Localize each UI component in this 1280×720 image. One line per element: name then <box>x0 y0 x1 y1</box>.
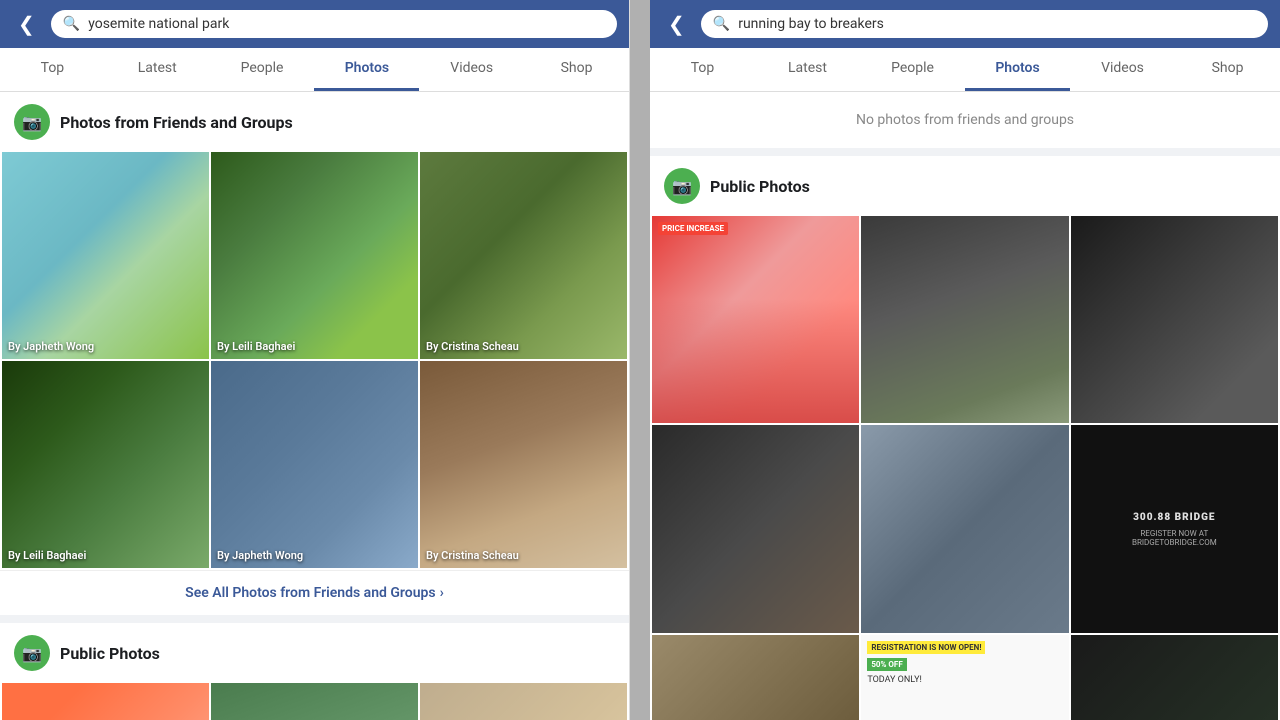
left-public-photos-section: 📷 Public Photos <box>0 623 629 720</box>
run-photo-5[interactable] <box>861 425 1068 632</box>
run-photo-8[interactable]: REGISTRATION IS NOW OPEN! 50% OFF TODAY … <box>861 635 1068 720</box>
photo-cell-2[interactable]: By Leili Baghaei <box>211 152 418 359</box>
photo-cell-6[interactable]: By Cristina Scheau <box>420 361 627 568</box>
left-public-section-icon: 📷 <box>14 635 50 671</box>
left-search-bar[interactable]: 🔍 yosemite national park <box>51 10 617 38</box>
right-public-section-icon: 📷 <box>664 168 700 204</box>
right-content: No photos from friends and groups 📷 Publ… <box>650 92 1280 720</box>
run-photo-6[interactable]: 300.88 BRIDGE REGISTER NOW ATBRIDGETOBRI… <box>1071 425 1278 632</box>
tab-people-left[interactable]: People <box>210 48 315 91</box>
left-public-section-title: Public Photos <box>60 644 160 663</box>
left-public-photo-grid <box>0 683 629 720</box>
photo-label-4: By Leili Baghaei <box>8 549 86 562</box>
see-all-friends-photos-button[interactable]: See All Photos from Friends and Groups › <box>0 570 629 615</box>
run-finish-cell: FINISH <box>1071 635 1278 720</box>
right-search-text: running bay to breakers <box>738 16 884 32</box>
tab-people-right[interactable]: People <box>860 48 965 91</box>
right-nav-tabs: Top Latest People Photos Videos Shop <box>650 48 1280 92</box>
left-search-text: yosemite national park <box>88 16 229 32</box>
run-register-cell: 300.88 BRIDGE REGISTER NOW ATBRIDGETOBRI… <box>1071 425 1278 632</box>
friends-photo-grid: By Japheth Wong By Leili Baghaei By Cris… <box>0 152 629 570</box>
run-photo-4[interactable] <box>652 425 859 632</box>
tab-videos-left[interactable]: Videos <box>419 48 524 91</box>
friends-section-title: Photos from Friends and Groups <box>60 113 293 132</box>
photo-label-6: By Cristina Scheau <box>426 549 519 562</box>
left-phone: ❮ 🔍 yosemite national park Top Latest Pe… <box>0 0 630 720</box>
left-search-icon: 🔍 <box>63 16 80 32</box>
photo-cell-1[interactable]: By Japheth Wong <box>2 152 209 359</box>
left-nav-tabs: Top Latest People Photos Videos Shop <box>0 48 629 92</box>
tab-top-left[interactable]: Top <box>0 48 105 91</box>
left-public-section-header: 📷 Public Photos <box>0 623 629 683</box>
right-phone: ❮ 🔍 running bay to breakers Top Latest P… <box>650 0 1280 720</box>
friends-section-header: 📷 Photos from Friends and Groups <box>0 92 629 152</box>
right-search-icon: 🔍 <box>713 16 730 32</box>
tab-photos-left[interactable]: Photos <box>314 48 419 91</box>
photo-label-1: By Japheth Wong <box>8 340 94 353</box>
right-public-photos-section: 📷 Public Photos PRICE INCREASE <box>650 156 1280 720</box>
public-photo-3[interactable] <box>420 683 627 720</box>
tab-shop-right[interactable]: Shop <box>1175 48 1280 91</box>
run-promo-cell: REGISTRATION IS NOW OPEN! 50% OFF TODAY … <box>861 635 1068 720</box>
left-header: ❮ 🔍 yosemite national park <box>0 0 629 48</box>
tab-shop-left[interactable]: Shop <box>524 48 629 91</box>
photo-cell-5[interactable]: By Japheth Wong <box>211 361 418 568</box>
run-photo-7[interactable] <box>652 635 859 720</box>
left-back-button[interactable]: ❮ <box>12 10 41 38</box>
photo-cell-4[interactable]: By Leili Baghaei <box>2 361 209 568</box>
chevron-right-icon: › <box>440 585 444 601</box>
right-back-button[interactable]: ❮ <box>662 10 691 38</box>
friends-photos-section: 📷 Photos from Friends and Groups By Japh… <box>0 92 629 615</box>
phone-divider <box>630 0 650 720</box>
right-header: ❮ 🔍 running bay to breakers <box>650 0 1280 48</box>
right-public-photo-grid: PRICE INCREASE <box>650 216 1280 720</box>
photo-label-5: By Japheth Wong <box>217 549 303 562</box>
no-friends-photos-notice: No photos from friends and groups <box>650 92 1280 148</box>
tab-photos-right[interactable]: Photos <box>965 48 1070 91</box>
tab-latest-right[interactable]: Latest <box>755 48 860 91</box>
run-photo-3[interactable] <box>1071 216 1278 423</box>
right-search-bar[interactable]: 🔍 running bay to breakers <box>701 10 1268 38</box>
tab-videos-right[interactable]: Videos <box>1070 48 1175 91</box>
tab-top-right[interactable]: Top <box>650 48 755 91</box>
tab-latest-left[interactable]: Latest <box>105 48 210 91</box>
run-photo-1[interactable]: PRICE INCREASE <box>652 216 859 423</box>
left-content: 📷 Photos from Friends and Groups By Japh… <box>0 92 629 720</box>
friends-section-icon: 📷 <box>14 104 50 140</box>
photo-label-2: By Leili Baghaei <box>217 340 295 353</box>
photo-cell-3[interactable]: By Cristina Scheau <box>420 152 627 359</box>
photo-label-3: By Cristina Scheau <box>426 340 519 353</box>
public-photo-1[interactable] <box>2 683 209 720</box>
run-photo-9[interactable]: FINISH <box>1071 635 1278 720</box>
right-public-section-header: 📷 Public Photos <box>650 156 1280 216</box>
run-photo-2[interactable] <box>861 216 1068 423</box>
right-public-section-title: Public Photos <box>710 177 810 196</box>
public-photo-2[interactable] <box>211 683 418 720</box>
